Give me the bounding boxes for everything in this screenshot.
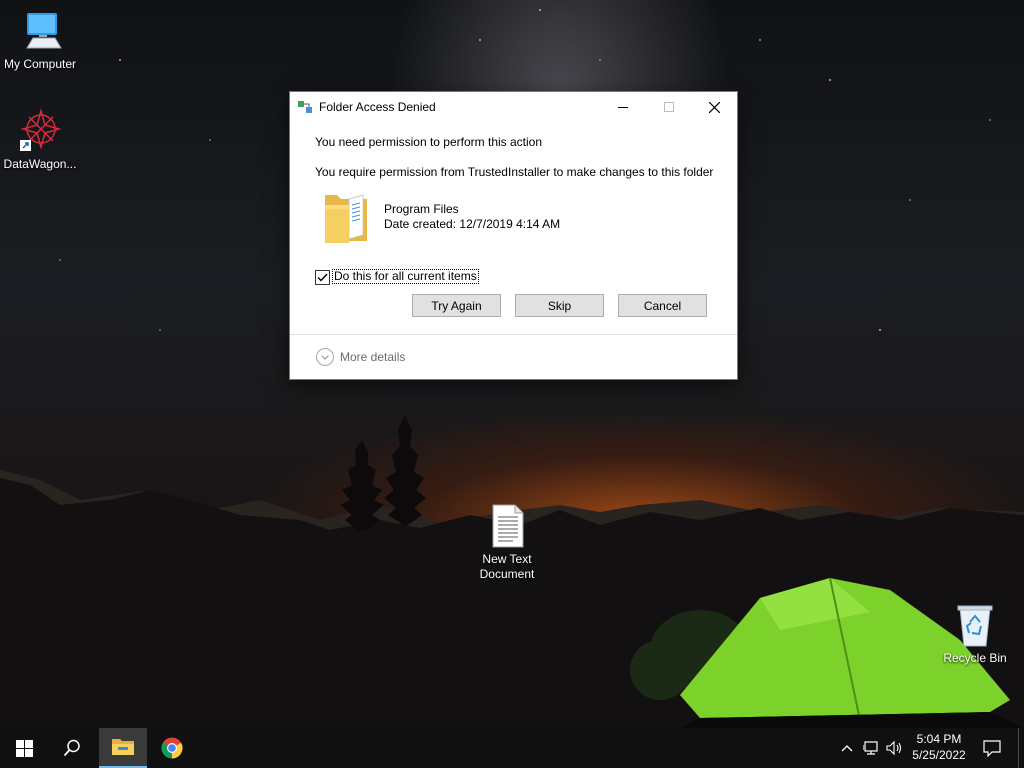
taskbar-clock[interactable]: 5:04 PM 5/25/2022 xyxy=(906,731,972,763)
new-text-document-desktop-icon[interactable]: New Text Document xyxy=(467,503,547,582)
checkmark-icon xyxy=(317,273,328,282)
taskbar: 5:04 PM 5/25/2022 xyxy=(0,728,1024,768)
permission-detail-message: You require permission from TrustedInsta… xyxy=(315,165,714,179)
file-transfer-icon xyxy=(298,101,312,113)
chrome-taskbar-button[interactable] xyxy=(148,728,196,768)
dialog-divider xyxy=(290,334,737,335)
network-icon xyxy=(863,741,878,755)
datawagon-label: DataWagon... xyxy=(3,157,77,171)
file-explorer-taskbar-button[interactable] xyxy=(99,728,147,768)
close-button[interactable] xyxy=(691,92,737,122)
new-text-document-label-line2: Document xyxy=(479,567,535,581)
apply-to-all-label[interactable]: Do this for all current items xyxy=(332,269,479,284)
datawagon-desktop-icon[interactable]: DataWagon... xyxy=(0,108,80,172)
action-center-button[interactable] xyxy=(972,728,1012,768)
more-details-toggle[interactable] xyxy=(316,348,334,366)
apply-to-all-checkbox[interactable] xyxy=(315,270,330,285)
start-button[interactable] xyxy=(0,728,48,768)
notification-icon xyxy=(983,740,1001,757)
my-computer-desktop-icon[interactable]: My Computer xyxy=(0,8,80,72)
close-icon xyxy=(708,101,720,113)
cancel-button[interactable]: Cancel xyxy=(618,294,707,317)
new-text-document-label-line1: New Text xyxy=(482,552,532,566)
more-details-label[interactable]: More details xyxy=(340,350,405,364)
folder-icon xyxy=(325,194,367,243)
search-button[interactable] xyxy=(48,728,96,768)
clock-time: 5:04 PM xyxy=(916,732,962,746)
show-desktop-button[interactable] xyxy=(1018,728,1024,768)
recycle-bin-desktop-icon[interactable]: Recycle Bin xyxy=(935,602,1015,666)
chevron-up-icon xyxy=(841,745,853,752)
clock-date: 5/25/2022 xyxy=(912,748,966,762)
maximize-button[interactable] xyxy=(646,92,692,122)
try-again-button[interactable]: Try Again xyxy=(412,294,501,317)
text-document-icon xyxy=(492,504,524,548)
minimize-button[interactable] xyxy=(600,92,646,122)
folder-name: Program Files xyxy=(384,202,459,216)
network-tray-button[interactable] xyxy=(860,728,884,768)
search-icon xyxy=(63,739,80,757)
folder-access-denied-dialog: Folder Access Denied You need permission… xyxy=(289,91,738,380)
volume-icon xyxy=(886,740,902,756)
dialog-title-bar[interactable]: Folder Access Denied xyxy=(290,92,737,122)
chrome-icon xyxy=(161,737,183,759)
skip-button[interactable]: Skip xyxy=(515,294,604,317)
recycle-bin-label: Recycle Bin xyxy=(943,651,1007,665)
dialog-title: Folder Access Denied xyxy=(319,100,436,114)
volume-tray-button[interactable] xyxy=(884,728,906,768)
datawagon-app-icon xyxy=(20,108,62,151)
show-hidden-icons-button[interactable] xyxy=(836,728,858,768)
maximize-icon xyxy=(664,102,674,112)
chevron-down-icon xyxy=(321,355,329,360)
windows-start-icon xyxy=(15,739,33,757)
date-created-value: 12/7/2019 4:14 AM xyxy=(459,217,561,231)
file-explorer-icon xyxy=(112,739,134,755)
date-created-label: Date created: xyxy=(384,217,457,231)
my-computer-label: My Computer xyxy=(3,57,77,71)
folder-date-created: Date created: 12/7/2019 4:14 AM xyxy=(384,217,560,231)
permission-message: You need permission to perform this acti… xyxy=(315,135,543,149)
minimize-icon xyxy=(618,107,628,108)
recycle-bin-icon xyxy=(957,605,993,647)
computer-icon xyxy=(26,13,62,49)
